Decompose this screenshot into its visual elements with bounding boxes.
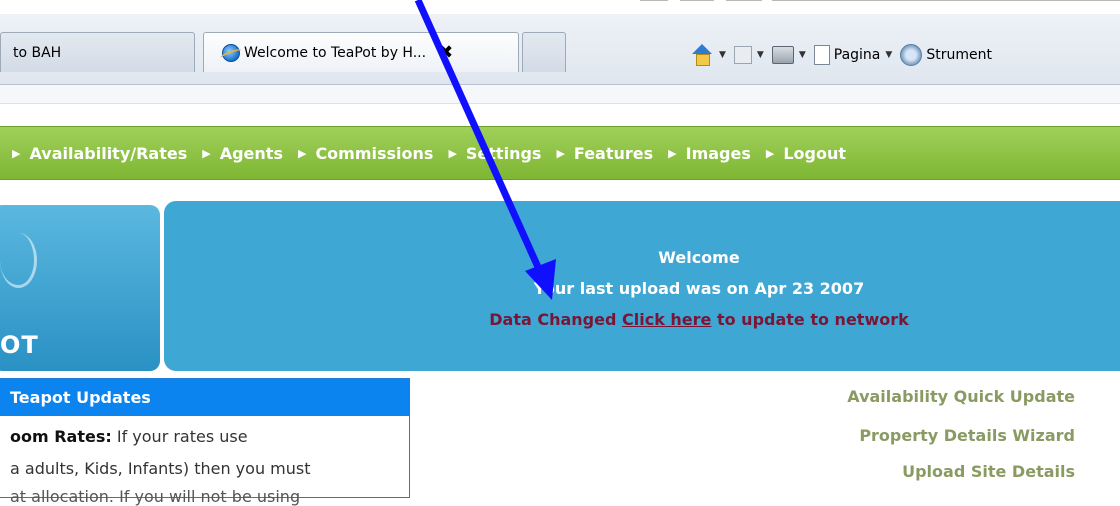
menu-label: Images	[685, 143, 751, 163]
home-button[interactable]: ▼	[690, 44, 726, 66]
menu-arrow-icon: ▶	[556, 146, 565, 160]
data-changed-message: Data Changed Click here to update to net…	[164, 310, 1120, 329]
menu-label: Features	[573, 143, 654, 163]
command-bar: ▼ ▼ ▼ Pagina ▼ Strument	[690, 38, 1000, 72]
internet-explorer-icon	[222, 43, 240, 62]
print-button[interactable]: ▼	[771, 46, 806, 64]
menu-arrow-icon: ▶	[202, 146, 211, 160]
teapot-updates-panel: Teapot Updates oom Rates: If your rates …	[0, 378, 410, 506]
welcome-panel: Welcome Your last upload was on Apr 23 2…	[164, 201, 1120, 371]
menu-label: Settings	[465, 143, 542, 163]
tab-label: to BAH	[13, 44, 62, 61]
menu-item-logout[interactable]: ▶ Logout	[766, 144, 846, 163]
menu-item-availability-rates[interactable]: ▶ Availability/Rates	[12, 144, 187, 163]
updates-text-line: oom Rates: If your rates use	[10, 427, 248, 446]
menu-arrow-icon: ▶	[668, 146, 677, 160]
close-tab-icon[interactable]: ✖	[438, 42, 453, 63]
menu-label: Availability/Rates	[29, 143, 188, 163]
last-upload-text: Your last upload was on Apr 23 2007	[533, 279, 865, 298]
menu-arrow-icon: ▶	[297, 146, 307, 160]
logo-swirl-icon	[0, 233, 37, 288]
feeds-button[interactable]: ▼	[733, 46, 764, 64]
chevron-down-icon[interactable]: ▼	[799, 50, 806, 60]
menu-arrow-icon: ▶	[765, 146, 775, 160]
menu-label: Commissions	[315, 143, 434, 163]
menu-item-agents[interactable]: ▶ Agents	[202, 144, 283, 163]
window-top-strip	[0, 0, 1120, 14]
home-icon	[690, 44, 714, 66]
gear-icon	[900, 44, 923, 66]
menu-item-images[interactable]: ▶ Images	[668, 144, 751, 163]
tools-menu-label: Strument	[926, 47, 992, 63]
updates-bold-label: oom Rates:	[10, 427, 112, 446]
updates-text-line: a adults, Kids, Infants) then you must	[10, 459, 311, 478]
main-menu: ▶ Availability/Rates ▶ Agents ▶ Commissions…	[0, 126, 1120, 180]
window-control[interactable]	[680, 0, 714, 7]
chevron-down-icon[interactable]: ▼	[885, 50, 892, 60]
browser-tab-bar: to BAH Welcome to TeaPot by H... ✖ ▼ ▼ ▼…	[0, 14, 1120, 85]
welcome-title: Welcome	[658, 248, 740, 267]
browser-status-strip	[0, 85, 1120, 104]
tab-bah[interactable]: to BAH	[0, 32, 195, 72]
logo-text: OT	[0, 331, 39, 359]
search-box-edge[interactable]	[772, 0, 1120, 7]
updates-text-line: at allocation. If you will not be using	[10, 487, 301, 506]
feed-icon	[733, 46, 752, 64]
chevron-down-icon[interactable]: ▼	[757, 50, 764, 60]
tab-teapot[interactable]: Welcome to TeaPot by H... ✖	[203, 32, 519, 72]
data-changed-prefix: Data Changed	[489, 310, 622, 329]
update-network-link[interactable]: Click here	[622, 310, 711, 329]
tools-menu-button[interactable]: Strument	[900, 44, 992, 66]
new-tab-button[interactable]	[522, 32, 566, 72]
print-icon	[771, 46, 794, 64]
menu-arrow-icon: ▶	[448, 146, 457, 160]
teapot-logo[interactable]: OT	[0, 205, 160, 371]
menu-label: Logout	[783, 143, 846, 163]
upload-site-details-link[interactable]: Upload Site Details	[902, 462, 1075, 481]
availability-quick-update-link[interactable]: Availability Quick Update	[847, 387, 1075, 406]
menu-item-settings[interactable]: ▶ Settings	[448, 144, 541, 163]
window-control[interactable]	[726, 0, 762, 7]
chevron-down-icon[interactable]: ▼	[719, 50, 726, 60]
window-control[interactable]	[640, 0, 668, 7]
data-changed-suffix: to update to network	[711, 310, 909, 329]
page-menu-label: Pagina	[833, 47, 881, 63]
updates-text: If your rates use	[111, 427, 248, 446]
menu-item-features[interactable]: ▶ Features	[556, 144, 653, 163]
property-details-wizard-link[interactable]: Property Details Wizard	[859, 426, 1075, 445]
updates-header: Teapot Updates	[0, 379, 409, 416]
page-icon	[813, 45, 830, 65]
menu-arrow-icon: ▶	[12, 146, 21, 160]
page-menu-button[interactable]: Pagina ▼	[813, 45, 892, 65]
menu-label: Agents	[219, 143, 283, 163]
tab-label: Welcome to TeaPot by H...	[244, 44, 427, 61]
menu-item-commissions[interactable]: ▶ Commissions	[298, 144, 433, 163]
